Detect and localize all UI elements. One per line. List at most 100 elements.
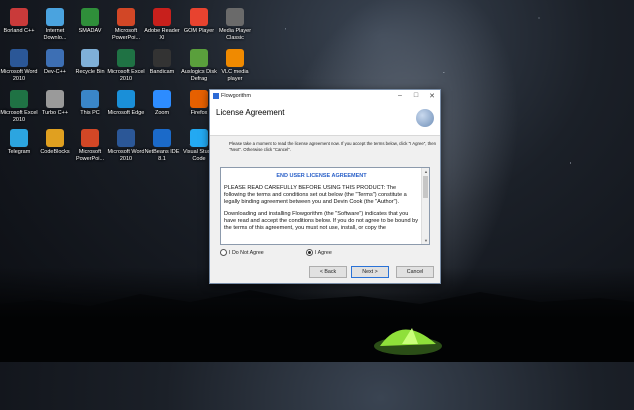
desktop-shortcut[interactable]: Microsoft Excel 2010: [0, 90, 38, 123]
this-pc-icon: [81, 90, 99, 108]
desktop-shortcut-label: Bandicam: [149, 69, 175, 75]
desktop-shortcut-label: NetBeans IDE 8.1: [144, 149, 180, 162]
next-button[interactable]: Next >: [351, 266, 389, 278]
desktop-shortcut[interactable]: Internet Downlo...: [36, 8, 74, 41]
desktop-shortcut[interactable]: Microsoft Word 2010: [107, 129, 145, 162]
desktop-shortcut[interactable]: Borland C++: [0, 8, 38, 35]
eula-paragraph: Downloading and installing Flowgorithm (…: [224, 211, 419, 231]
codeblocks-icon: [46, 129, 64, 147]
desktop-shortcut[interactable]: Microsoft Word 2010: [0, 49, 38, 82]
desktop-shortcut[interactable]: Dev-C++: [36, 49, 74, 76]
eula-paragraph: PLEASE READ CAREFULLY BEFORE USING THIS …: [224, 185, 407, 205]
scroll-up-icon[interactable]: ▲: [424, 169, 428, 174]
desktop-shortcut-label: Auslogics Disk Defrag: [181, 69, 217, 82]
desktop-shortcut[interactable]: Recycle Bin: [71, 49, 109, 76]
desktop-shortcut-label: Internet Downlo...: [43, 28, 67, 41]
desktop-shortcut[interactable]: CodeBlocks: [36, 129, 74, 156]
desktop-shortcut-label: SMADAV: [78, 28, 102, 34]
bandicam-icon: [153, 49, 171, 67]
desktop-shortcut-label: Microsoft PowerPoi...: [75, 149, 105, 162]
close-button[interactable]: ✕: [424, 92, 440, 100]
desktop-shortcut-label: VLC media player: [221, 69, 249, 82]
desktop-shortcut-label: Recycle Bin: [75, 69, 105, 75]
radio-agree-label: I Agree: [315, 249, 332, 256]
powerpoint-icon: [117, 8, 135, 26]
edge-icon: [117, 90, 135, 108]
word-icon: [117, 129, 135, 147]
desktop-shortcut[interactable]: Telegram: [0, 129, 38, 156]
powerpoint-icon: [81, 129, 99, 147]
desktop-shortcut-label: Microsoft PowerPoi...: [111, 28, 141, 41]
eula-heading: END USER LICENSE AGREEMENT: [276, 173, 367, 179]
window-title: Flowgorithm: [221, 92, 251, 99]
radio-agree[interactable]: I Agree: [306, 249, 332, 256]
turbo-cpp-icon: [46, 90, 64, 108]
desktop-shortcut-label: Borland C++: [3, 28, 35, 34]
recycle-bin-icon: [81, 49, 99, 67]
minimize-button[interactable]: –: [392, 92, 408, 99]
desktop-shortcut[interactable]: Turbo C++: [36, 90, 74, 117]
desktop-shortcut-label: Zoom: [154, 110, 170, 116]
borland-cpp-icon: [10, 8, 28, 26]
desktop-shortcut[interactable]: Zoom: [143, 90, 181, 117]
telegram-icon: [10, 129, 28, 147]
desktop-shortcut-label: Microsoft Excel 2010: [0, 110, 38, 123]
excel-icon: [117, 49, 135, 67]
desktop-shortcut-label: Media Player Classic: [218, 28, 252, 41]
excel-icon: [10, 90, 28, 108]
desktop-shortcut[interactable]: Microsoft PowerPoi...: [107, 8, 145, 41]
desktop-shortcut[interactable]: NetBeans IDE 8.1: [143, 129, 181, 162]
desktop-shortcut[interactable]: GOM Player: [180, 8, 218, 35]
desktop-shortcut[interactable]: Microsoft Edge: [107, 90, 145, 117]
title-bar[interactable]: Flowgorithm – □ ✕: [210, 90, 440, 101]
desktop-shortcut[interactable]: Bandicam: [143, 49, 181, 76]
desktop-shortcut[interactable]: Microsoft Excel 2010: [107, 49, 145, 82]
desktop-shortcut-label: Dev-C++: [43, 69, 66, 75]
netbeans-icon: [153, 129, 171, 147]
media-player-classic-icon: [226, 8, 244, 26]
back-button[interactable]: < Back: [309, 266, 347, 278]
radio-circle[interactable]: [220, 249, 227, 256]
desktop-shortcut-label: Adobe Reader XI: [144, 28, 180, 41]
desktop-shortcut[interactable]: Adobe Reader XI: [143, 8, 181, 41]
vscode-icon: [190, 129, 208, 147]
desktop-shortcut[interactable]: Media Player Classic: [216, 8, 254, 41]
radio-disagree[interactable]: I Do Not Agree: [220, 249, 264, 256]
smadav-icon: [81, 8, 99, 26]
desktop-shortcut-label: Turbo C++: [41, 110, 69, 116]
license-textbox[interactable]: END USER LICENSE AGREEMENT PLEASE READ C…: [220, 167, 430, 245]
desktop-shortcut-label: Microsoft Edge: [107, 110, 145, 116]
disk-defrag-icon: [190, 49, 208, 67]
maximize-button[interactable]: □: [408, 92, 424, 99]
intro-text: Please take a moment to read the license…: [229, 141, 437, 152]
adobe-reader-icon: [153, 8, 171, 26]
flowgorithm-icon: [213, 92, 219, 99]
desktop-shortcut[interactable]: Auslogics Disk Defrag: [180, 49, 218, 82]
desktop-shortcut-label: CodeBlocks: [40, 149, 70, 155]
devcpp-icon: [46, 49, 64, 67]
scroll-down-icon[interactable]: ▼: [424, 238, 428, 243]
internet-download-icon: [46, 8, 64, 26]
installer-logo-icon: [416, 109, 434, 127]
desktop-shortcut-label: Microsoft Excel 2010: [107, 69, 145, 82]
cancel-button[interactable]: Cancel: [396, 266, 434, 278]
scroll-thumb[interactable]: [423, 176, 428, 198]
desktop-shortcut-label: Telegram: [7, 149, 31, 155]
firefox-icon: [190, 90, 208, 108]
dialog-header: License Agreement: [210, 101, 440, 136]
button-row: < Back Next > Cancel: [210, 266, 440, 280]
desktop-shortcut-label: This PC: [80, 110, 100, 116]
desktop-shortcut[interactable]: SMADAV: [71, 8, 109, 35]
license-dialog: Flowgorithm – □ ✕ License Agreement Plea…: [209, 89, 441, 284]
desktop-shortcut-label: Microsoft Word 2010: [107, 149, 145, 162]
tent-icon: [374, 328, 442, 355]
desktop-shortcut[interactable]: Microsoft PowerPoi...: [71, 129, 109, 162]
radio-disagree-label: I Do Not Agree: [229, 249, 264, 256]
word-icon: [10, 49, 28, 67]
page-title: License Agreement: [216, 108, 285, 117]
desktop-shortcut[interactable]: VLC media player: [216, 49, 254, 82]
gom-player-icon: [190, 8, 208, 26]
radio-circle[interactable]: [306, 249, 313, 256]
desktop-shortcut[interactable]: This PC: [71, 90, 109, 117]
vertical-scrollbar[interactable]: ▲ ▼: [421, 168, 429, 244]
